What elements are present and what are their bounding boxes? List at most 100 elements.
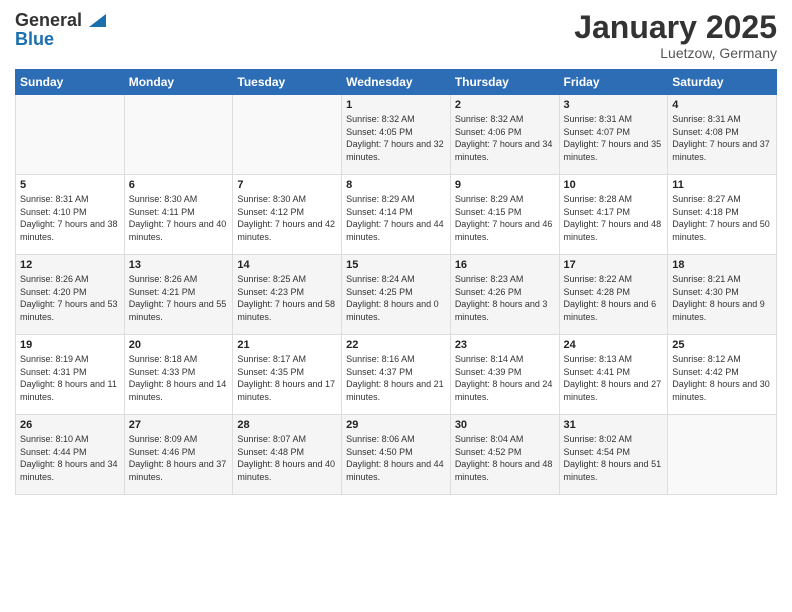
day-number: 14 (237, 259, 337, 271)
header: General Blue January 2025 Luetzow, Germa… (15, 10, 777, 61)
week-row-5: 26 Sunrise: 8:10 AM Sunset: 4:44 PM Dayli… (16, 415, 777, 495)
calendar-cell: 30 Sunrise: 8:04 AM Sunset: 4:52 PM Dayli… (450, 415, 559, 495)
day-number: 11 (672, 179, 772, 191)
day-info: Sunrise: 8:06 AM Sunset: 4:50 PM Dayligh… (346, 433, 446, 483)
day-number: 3 (564, 99, 664, 111)
day-number: 30 (455, 419, 555, 431)
day-number: 28 (237, 419, 337, 431)
calendar-cell: 12 Sunrise: 8:26 AM Sunset: 4:20 PM Dayli… (16, 255, 125, 335)
day-number: 2 (455, 99, 555, 111)
logo-icon (84, 9, 106, 31)
day-header-monday: Monday (124, 70, 233, 95)
calendar-cell: 25 Sunrise: 8:12 AM Sunset: 4:42 PM Dayli… (668, 335, 777, 415)
day-number: 27 (129, 419, 229, 431)
calendar-cell: 13 Sunrise: 8:26 AM Sunset: 4:21 PM Dayli… (124, 255, 233, 335)
day-info: Sunrise: 8:31 AM Sunset: 4:08 PM Dayligh… (672, 113, 772, 163)
day-info: Sunrise: 8:16 AM Sunset: 4:37 PM Dayligh… (346, 353, 446, 403)
logo: General Blue (15, 10, 106, 50)
day-number: 31 (564, 419, 664, 431)
day-info: Sunrise: 8:26 AM Sunset: 4:20 PM Dayligh… (20, 273, 120, 323)
day-number: 22 (346, 339, 446, 351)
day-number: 20 (129, 339, 229, 351)
day-number: 21 (237, 339, 337, 351)
day-number: 25 (672, 339, 772, 351)
day-header-wednesday: Wednesday (342, 70, 451, 95)
week-row-4: 19Sunrise: 8:19 AM Sunset: 4:31 PM Dayli… (16, 335, 777, 415)
logo-general-text: General (15, 10, 82, 31)
calendar-cell (233, 95, 342, 175)
day-number: 8 (346, 179, 446, 191)
day-number: 16 (455, 259, 555, 271)
calendar-cell: 21 Sunrise: 8:17 AM Sunset: 4:35 PM Dayli… (233, 335, 342, 415)
calendar-cell: 26 Sunrise: 8:10 AM Sunset: 4:44 PM Dayli… (16, 415, 125, 495)
day-header-friday: Friday (559, 70, 668, 95)
day-info: Sunrise: 8:17 AM Sunset: 4:35 PM Dayligh… (237, 353, 337, 403)
calendar-subtitle: Luetzow, Germany (574, 45, 777, 61)
calendar-cell: 11 Sunrise: 8:27 AM Sunset: 4:18 PM Dayli… (668, 175, 777, 255)
calendar-cell: 5Sunrise: 8:31 AM Sunset: 4:10 PM Daylig… (16, 175, 125, 255)
calendar-cell: 31 Sunrise: 8:02 AM Sunset: 4:54 PM Dayli… (559, 415, 668, 495)
calendar-cell (124, 95, 233, 175)
calendar-cell: 22 Sunrise: 8:16 AM Sunset: 4:37 PM Dayli… (342, 335, 451, 415)
calendar-cell: 28 Sunrise: 8:07 AM Sunset: 4:48 PM Dayli… (233, 415, 342, 495)
day-info: Sunrise: 8:30 AM Sunset: 4:12 PM Dayligh… (237, 193, 337, 243)
day-info: Sunrise: 8:21 AM Sunset: 4:30 PM Dayligh… (672, 273, 772, 323)
week-row-3: 12 Sunrise: 8:26 AM Sunset: 4:20 PM Dayli… (16, 255, 777, 335)
week-row-1: 1Sunrise: 8:32 AM Sunset: 4:05 PM Daylig… (16, 95, 777, 175)
days-header-row: SundayMondayTuesdayWednesdayThursdayFrid… (16, 70, 777, 95)
calendar-cell: 24 Sunrise: 8:13 AM Sunset: 4:41 PM Dayli… (559, 335, 668, 415)
calendar-cell: 2Sunrise: 8:32 AM Sunset: 4:06 PM Daylig… (450, 95, 559, 175)
day-info: Sunrise: 8:24 AM Sunset: 4:25 PM Dayligh… (346, 273, 446, 323)
day-info: Sunrise: 8:12 AM Sunset: 4:42 PM Dayligh… (672, 353, 772, 403)
calendar-title: January 2025 (574, 10, 777, 45)
day-number: 13 (129, 259, 229, 271)
calendar-cell: 27 Sunrise: 8:09 AM Sunset: 4:46 PM Dayli… (124, 415, 233, 495)
calendar-page: General Blue January 2025 Luetzow, Germa… (0, 0, 792, 612)
calendar-cell: 10Sunrise: 8:28 AM Sunset: 4:17 PM Dayli… (559, 175, 668, 255)
day-header-thursday: Thursday (450, 70, 559, 95)
day-info: Sunrise: 8:07 AM Sunset: 4:48 PM Dayligh… (237, 433, 337, 483)
calendar-cell: 18Sunrise: 8:21 AM Sunset: 4:30 PM Dayli… (668, 255, 777, 335)
day-info: Sunrise: 8:31 AM Sunset: 4:10 PM Dayligh… (20, 193, 120, 243)
calendar-cell (668, 415, 777, 495)
calendar-cell: 15Sunrise: 8:24 AM Sunset: 4:25 PM Dayli… (342, 255, 451, 335)
calendar-cell: 29 Sunrise: 8:06 AM Sunset: 4:50 PM Dayli… (342, 415, 451, 495)
calendar-cell: 1Sunrise: 8:32 AM Sunset: 4:05 PM Daylig… (342, 95, 451, 175)
day-number: 4 (672, 99, 772, 111)
day-info: Sunrise: 8:30 AM Sunset: 4:11 PM Dayligh… (129, 193, 229, 243)
day-header-sunday: Sunday (16, 70, 125, 95)
day-info: Sunrise: 8:28 AM Sunset: 4:17 PM Dayligh… (564, 193, 664, 243)
day-info: Sunrise: 8:27 AM Sunset: 4:18 PM Dayligh… (672, 193, 772, 243)
day-number: 24 (564, 339, 664, 351)
day-info: Sunrise: 8:18 AM Sunset: 4:33 PM Dayligh… (129, 353, 229, 403)
calendar-cell: 20 Sunrise: 8:18 AM Sunset: 4:33 PM Dayli… (124, 335, 233, 415)
calendar-table: SundayMondayTuesdayWednesdayThursdayFrid… (15, 69, 777, 495)
day-number: 23 (455, 339, 555, 351)
calendar-cell (16, 95, 125, 175)
day-info: Sunrise: 8:02 AM Sunset: 4:54 PM Dayligh… (564, 433, 664, 483)
logo-blue-text: Blue (15, 29, 106, 50)
day-number: 29 (346, 419, 446, 431)
day-info: Sunrise: 8:19 AM Sunset: 4:31 PM Dayligh… (20, 353, 120, 403)
day-number: 17 (564, 259, 664, 271)
calendar-cell: 4 Sunrise: 8:31 AM Sunset: 4:08 PM Daylig… (668, 95, 777, 175)
day-info: Sunrise: 8:25 AM Sunset: 4:23 PM Dayligh… (237, 273, 337, 323)
calendar-cell: 19Sunrise: 8:19 AM Sunset: 4:31 PM Dayli… (16, 335, 125, 415)
calendar-cell: 7Sunrise: 8:30 AM Sunset: 4:12 PM Daylig… (233, 175, 342, 255)
day-info: Sunrise: 8:04 AM Sunset: 4:52 PM Dayligh… (455, 433, 555, 483)
day-info: Sunrise: 8:13 AM Sunset: 4:41 PM Dayligh… (564, 353, 664, 403)
calendar-cell: 17Sunrise: 8:22 AM Sunset: 4:28 PM Dayli… (559, 255, 668, 335)
calendar-cell: 16 Sunrise: 8:23 AM Sunset: 4:26 PM Dayli… (450, 255, 559, 335)
day-info: Sunrise: 8:09 AM Sunset: 4:46 PM Dayligh… (129, 433, 229, 483)
day-header-saturday: Saturday (668, 70, 777, 95)
week-row-2: 5Sunrise: 8:31 AM Sunset: 4:10 PM Daylig… (16, 175, 777, 255)
day-number: 6 (129, 179, 229, 191)
day-info: Sunrise: 8:31 AM Sunset: 4:07 PM Dayligh… (564, 113, 664, 163)
calendar-cell: 23Sunrise: 8:14 AM Sunset: 4:39 PM Dayli… (450, 335, 559, 415)
day-info: Sunrise: 8:10 AM Sunset: 4:44 PM Dayligh… (20, 433, 120, 483)
day-info: Sunrise: 8:26 AM Sunset: 4:21 PM Dayligh… (129, 273, 229, 323)
day-number: 12 (20, 259, 120, 271)
day-number: 26 (20, 419, 120, 431)
calendar-cell: 6 Sunrise: 8:30 AM Sunset: 4:11 PM Daylig… (124, 175, 233, 255)
day-info: Sunrise: 8:23 AM Sunset: 4:26 PM Dayligh… (455, 273, 555, 323)
